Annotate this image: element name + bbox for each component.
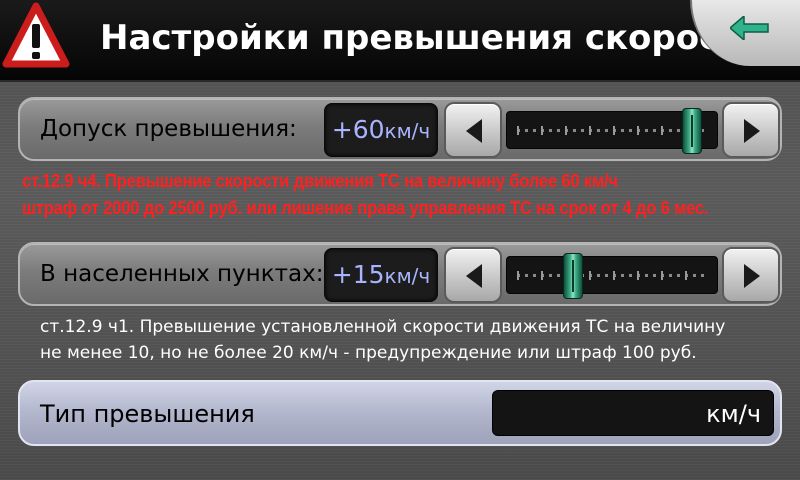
warning-triangle-icon bbox=[2, 2, 70, 68]
page-title: Настройки превышения скорости bbox=[100, 18, 763, 58]
triangle-left-icon bbox=[466, 119, 482, 143]
settlements-slider-thumb[interactable] bbox=[562, 253, 583, 299]
tolerance-value: +60км/ч bbox=[324, 103, 438, 157]
triangle-left-icon bbox=[466, 264, 482, 288]
settlements-label: В населенных пунктах: bbox=[40, 261, 324, 287]
settlements-setting-row: В населенных пунктах: +15км/ч bbox=[18, 242, 782, 306]
exceed-type-value: км/ч bbox=[492, 390, 774, 436]
tolerance-increase-button[interactable] bbox=[722, 102, 780, 158]
settlements-value-unit: км/ч bbox=[384, 264, 431, 288]
tolerance-slider-thumb[interactable] bbox=[682, 108, 703, 154]
slider-track-ticks bbox=[517, 126, 709, 135]
exceed-type-label: Тип превышения bbox=[40, 400, 255, 428]
tolerance-slider[interactable] bbox=[506, 108, 718, 154]
settlements-law-line-2: не менее 10, но не более 20 км/ч - преду… bbox=[40, 343, 697, 363]
settlements-law-text: ст.12.9 ч1. Превышение установленной ско… bbox=[40, 314, 725, 366]
settlements-increase-button[interactable] bbox=[722, 247, 780, 303]
triangle-right-icon bbox=[744, 119, 760, 143]
header-bar: Настройки превышения скорости bbox=[0, 0, 800, 82]
settlements-decrease-button[interactable] bbox=[444, 247, 502, 303]
settlements-law-line-1: ст.12.9 ч1. Превышение установленной ско… bbox=[40, 317, 726, 337]
tolerance-law-line-2: штраф от 2000 до 2500 руб. или лишение п… bbox=[22, 198, 709, 218]
tolerance-label: Допуск превышения: bbox=[40, 116, 297, 142]
tolerance-value-number: +60 bbox=[331, 115, 385, 144]
exceed-type-button[interactable]: Тип превышения км/ч bbox=[18, 380, 782, 446]
triangle-right-icon bbox=[744, 264, 760, 288]
settlements-value-number: +15 bbox=[331, 260, 385, 289]
tolerance-setting-row: Допуск превышения: +60км/ч bbox=[18, 97, 782, 161]
arrow-left-icon bbox=[730, 16, 769, 40]
tolerance-decrease-button[interactable] bbox=[444, 102, 502, 158]
slider-track-ticks bbox=[517, 271, 709, 280]
tolerance-law-text: ст.12.9 ч4. Превышение скорости движения… bbox=[22, 168, 709, 222]
settlements-value: +15км/ч bbox=[324, 248, 438, 302]
tolerance-value-unit: км/ч bbox=[384, 119, 431, 143]
settlements-slider[interactable] bbox=[506, 253, 718, 299]
tolerance-law-line-1: ст.12.9 ч4. Превышение скорости движения… bbox=[22, 171, 618, 191]
